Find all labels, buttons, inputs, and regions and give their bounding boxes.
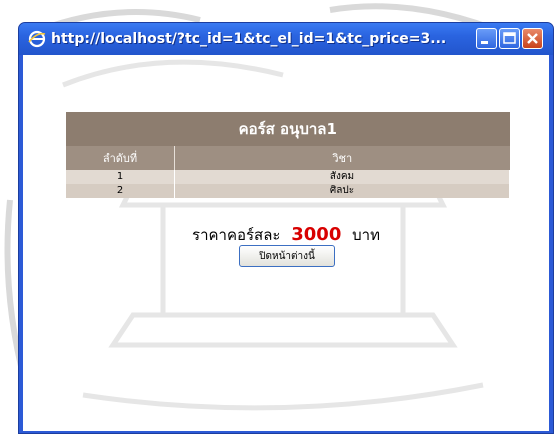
close-icon [527,33,538,44]
table-row: 1 สังคม [66,170,510,184]
minimize-icon [481,41,488,44]
price-unit: บาท [352,226,380,244]
column-header-no: ลำดับที่ [66,146,175,170]
popup-window: http://localhost/?tc_id=1&tc_el_id=1&tc_… [18,22,554,434]
window-title: http://localhost/?tc_id=1&tc_el_id=1&tc_… [51,31,447,47]
price-value: 3000 [291,224,342,245]
page-content: คอร์ส อนุบาล1 ลำดับที่ วิชา 1 สังคม 2 ศิ… [23,55,549,431]
row-subject: ศิลปะ [174,184,510,198]
close-window-button[interactable] [522,28,543,49]
price-line: ราคาคอร์สละ 3000 บาท [23,223,549,247]
row-no: 2 [66,184,175,198]
maximize-button[interactable] [499,28,520,49]
table-row: 2 ศิลปะ [66,184,510,198]
close-page-button[interactable]: ปิดหน้าต่างนี้ [239,245,335,267]
course-table: คอร์ส อนุบาล1 ลำดับที่ วิชา 1 สังคม 2 ศิ… [66,112,510,198]
ie-icon [28,30,46,48]
price-label: ราคาคอร์สละ [192,226,281,244]
column-header-subject: วิชา [174,146,510,170]
minimize-button[interactable] [476,28,497,49]
title-bar[interactable]: http://localhost/?tc_id=1&tc_el_id=1&tc_… [19,23,553,55]
course-title: คอร์ส อนุบาล1 [66,112,510,146]
row-no: 1 [66,170,175,184]
row-subject: สังคม [174,170,510,184]
maximize-icon [503,32,516,44]
